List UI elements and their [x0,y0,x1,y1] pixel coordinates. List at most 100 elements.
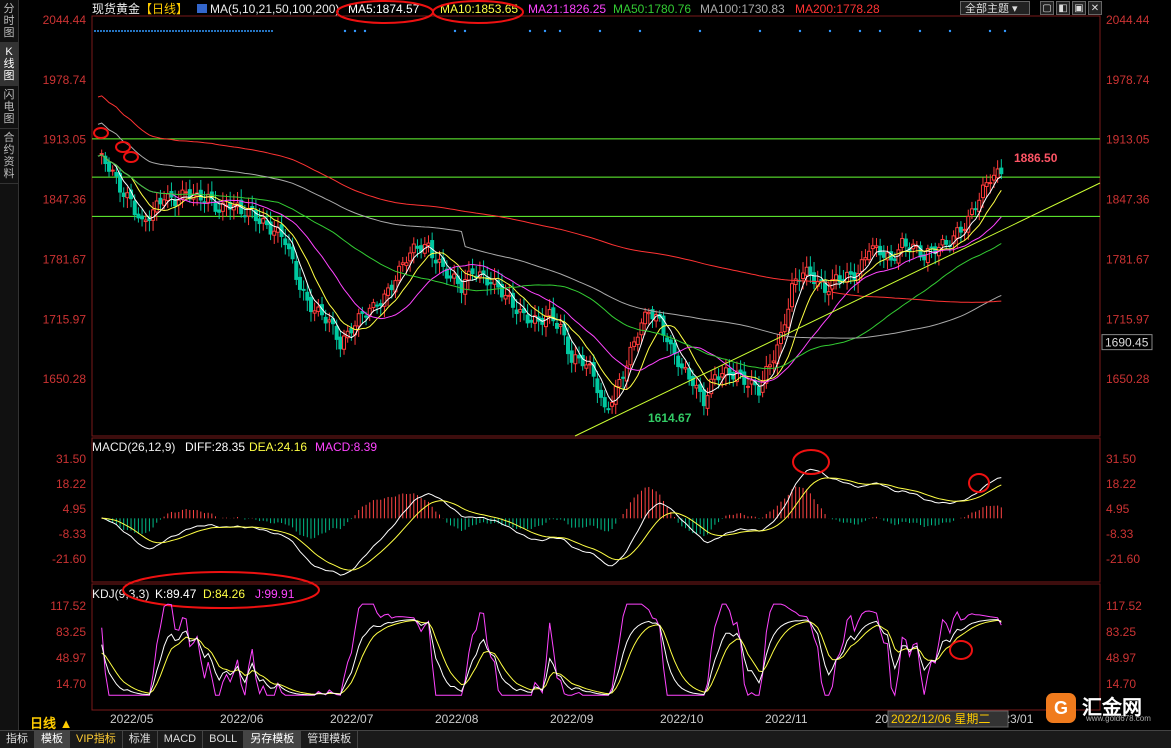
candle-body [389,284,394,291]
candle-body [599,389,604,398]
signal-dot [988,29,992,33]
bottom-tab-5[interactable]: BOLL [203,731,245,748]
highlight-circle-price [93,127,109,139]
signal-dot [256,30,258,32]
candle-body [749,379,754,385]
ma100-value: MA100:1730.83 [700,2,785,16]
signal-dot [253,30,255,32]
candle-body [378,303,383,306]
candle-body [778,331,783,345]
signal-dot [196,30,198,32]
candle-body [297,276,302,290]
signal-dot [638,29,642,33]
candle-body [338,336,343,350]
candle-body [969,208,974,215]
high-price-label: 1886.50 [1014,151,1058,165]
candle-body [731,371,736,380]
candle-body [676,355,681,368]
signal-dot [220,30,222,32]
candle-body [316,306,321,312]
chart-canvas[interactable]: 2044.44 2044.44 1978.74 1978.74 1913.05 1913.… [0,0,1171,730]
signal-dot [145,30,147,32]
candle-body [690,375,695,387]
ma21-value: MA21:1826.25 [528,2,606,16]
signal-dot [175,30,177,32]
signal-dot [130,30,132,32]
ma10-line [97,154,1002,391]
signal-dot [160,30,162,32]
price-tick-left: 2044.44 [43,13,87,27]
ma200-value: MA200:1778.28 [795,2,880,16]
candle-body [165,193,170,202]
candle-body [323,316,328,324]
kdj-tick-right: 117.52 [1106,599,1142,613]
candle-body [712,374,717,380]
candle-body [327,319,332,323]
kdj-tick-left: 48.97 [56,651,86,665]
signal-dot [148,30,150,32]
candle-body [852,272,857,281]
candle-body [973,208,978,211]
signal-dot [187,30,189,32]
price-tick-right: 1913.05 [1106,133,1150,147]
ma5-value: MA5:1874.57 [348,2,420,16]
candle-body [294,260,299,280]
minimize-icon[interactable]: ▢ [1040,1,1054,15]
bottom-tab-1[interactable]: 模板 [35,731,70,748]
signal-dot [97,30,99,32]
candle-body [610,401,615,407]
candle-body [261,218,266,224]
candle-body [668,339,673,345]
price-tick-left: 1978.74 [43,73,87,87]
kdj-d: D:84.26 [203,587,245,601]
signal-dot [259,30,261,32]
bottom-tab-0[interactable]: 指标 [0,731,35,748]
candle-body [386,287,391,296]
signal-dot [232,30,234,32]
signal-dot [878,29,882,33]
candle-body [312,310,317,314]
candle-body [470,268,475,275]
ma-params: MA(5,10,21,50,100,200) [210,2,339,16]
signal-dot [112,30,114,32]
signal-dot [244,30,246,32]
macd-tick-right: 31.50 [1106,452,1136,466]
candle-body [742,371,747,385]
bottom-tab-3[interactable]: 标准 [123,731,158,748]
close-icon[interactable]: ✕ [1088,1,1102,15]
signal-dot [199,30,201,32]
theme-select-label: 全部主题 [965,3,1009,15]
candle-body [635,336,640,345]
candle-body [786,308,791,328]
candle-body [466,270,471,281]
cursor-date-label: 2022/12/06 星期二 [891,712,990,726]
bottom-tab-6[interactable]: 另存模板 [244,731,302,748]
candle-body [801,272,806,280]
candle-body [272,230,277,236]
bottom-tab-7[interactable]: 管理模板 [301,731,359,748]
signal-dot [106,30,108,32]
candle-body [400,262,405,265]
candle-body [771,360,776,364]
maximize-icon[interactable]: ▣ [1072,1,1086,15]
candle-body [584,364,589,369]
macd-tick-right: -8.33 [1106,527,1134,541]
kdj-tick-right: 14.70 [1106,677,1136,691]
signal-dot [453,29,457,33]
candle-body [760,380,765,393]
bottom-tab-2[interactable]: VIP指标 [70,731,123,748]
candle-body [613,385,618,405]
candle-body [543,315,548,328]
candle-body [679,363,684,369]
signal-dot [184,30,186,32]
candle-body [870,245,875,250]
signal-dot [211,30,213,32]
candle-body [694,384,699,389]
signal-dot [103,30,105,32]
candle-body [555,322,559,329]
bottom-tab-4[interactable]: MACD [158,731,204,748]
theme-select[interactable]: 全部主题 ▾ [960,1,1030,15]
price-tick-right: 1715.97 [1106,312,1150,326]
candle-body [334,325,339,340]
restore-icon[interactable]: ◧ [1056,1,1070,15]
